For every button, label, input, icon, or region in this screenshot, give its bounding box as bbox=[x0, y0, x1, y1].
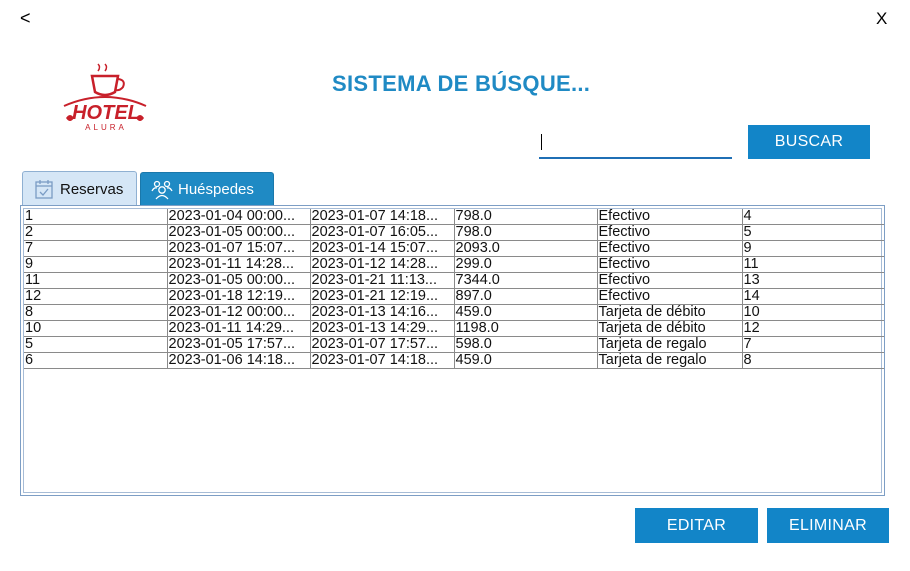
table-cell[interactable]: Tarjeta de regalo bbox=[597, 336, 743, 353]
table-row[interactable]: 10 2023-01-11 14:29... 2023-01-13 14:29...… bbox=[24, 320, 884, 337]
table-row[interactable]: 11 2023-01-05 00:00... 2023-01-21 11:13...… bbox=[24, 272, 884, 289]
table-cell[interactable]: 2023-01-07 14:18... bbox=[310, 209, 455, 225]
table-cell[interactable]: Efectivo bbox=[597, 209, 743, 225]
search-input[interactable] bbox=[539, 128, 732, 159]
back-button[interactable]: < bbox=[20, 8, 31, 28]
table-cell[interactable]: 13 bbox=[742, 272, 884, 289]
table-cell[interactable]: 2023-01-05 17:57... bbox=[167, 336, 311, 353]
hotel-alura-logo: HOTEL ALURA bbox=[60, 62, 152, 134]
table-cell[interactable]: 598.0 bbox=[454, 336, 598, 353]
table-row[interactable]: 9 2023-01-11 14:28... 2023-01-12 14:28... 2… bbox=[24, 256, 884, 273]
table-cell[interactable]: 798.0 bbox=[454, 209, 598, 225]
tab-reservas-label: Reservas bbox=[60, 180, 124, 198]
table-cell[interactable]: 11 bbox=[742, 256, 884, 273]
table-cell[interactable]: 2023-01-13 14:16... bbox=[310, 304, 455, 321]
table-cell[interactable]: Efectivo bbox=[597, 240, 743, 257]
table-cell[interactable]: 7 bbox=[24, 240, 168, 257]
table-cell[interactable]: 4 bbox=[742, 209, 884, 225]
reservas-table: 1 2023-01-04 00:00... 2023-01-07 14:18... 7… bbox=[24, 209, 884, 369]
table-row[interactable]: 12 2023-01-18 12:19... 2023-01-21 12:19...… bbox=[24, 288, 884, 305]
table-cell[interactable]: 2023-01-05 00:00... bbox=[167, 272, 311, 289]
table-cell[interactable]: Efectivo bbox=[597, 288, 743, 305]
table-cell[interactable]: 2023-01-18 12:19... bbox=[167, 288, 311, 305]
table-cell[interactable]: Efectivo bbox=[597, 272, 743, 289]
table-cell[interactable]: 897.0 bbox=[454, 288, 598, 305]
table-cell[interactable]: 10 bbox=[742, 304, 884, 321]
table-cell[interactable]: 10 bbox=[24, 320, 168, 337]
table-cell[interactable]: 299.0 bbox=[454, 256, 598, 273]
svg-text:ALURA: ALURA bbox=[85, 123, 127, 132]
search-button[interactable]: BUSCAR bbox=[748, 125, 870, 159]
table-cell[interactable]: 12 bbox=[742, 320, 884, 337]
table-viewport: 1 2023-01-04 00:00... 2023-01-07 14:18... 7… bbox=[23, 208, 884, 493]
tab-reservas[interactable]: Reservas bbox=[22, 171, 137, 206]
table-cell[interactable]: 2023-01-21 12:19... bbox=[310, 288, 455, 305]
table-cell[interactable]: 2093.0 bbox=[454, 240, 598, 257]
close-button[interactable]: X bbox=[876, 9, 887, 29]
table-cell[interactable]: 459.0 bbox=[454, 352, 598, 369]
page-title: SISTEMA DE BÚSQUE... bbox=[332, 71, 591, 96]
table-cell[interactable]: 2023-01-06 14:18... bbox=[167, 352, 311, 369]
table-cell[interactable]: 2023-01-07 14:18... bbox=[310, 352, 455, 369]
table-row[interactable]: 8 2023-01-12 00:00... 2023-01-13 14:16... 4… bbox=[24, 304, 884, 321]
table-cell[interactable]: 2023-01-04 00:00... bbox=[167, 209, 311, 225]
table-cell[interactable]: 9 bbox=[24, 256, 168, 273]
table-cell[interactable]: 8 bbox=[742, 352, 884, 369]
table-cell[interactable]: 2023-01-07 17:57... bbox=[310, 336, 455, 353]
table-cell[interactable]: 2 bbox=[24, 224, 168, 241]
reservas-table-panel: 1 2023-01-04 00:00... 2023-01-07 14:18... 7… bbox=[20, 205, 885, 496]
table-cell[interactable]: 11 bbox=[24, 272, 168, 289]
tab-huespedes-label: Huéspedes bbox=[178, 180, 254, 198]
table-cell[interactable]: 2023-01-14 15:07... bbox=[310, 240, 455, 257]
table-row[interactable]: 2 2023-01-05 00:00... 2023-01-07 16:05... 7… bbox=[24, 224, 884, 241]
table-cell[interactable]: 12 bbox=[24, 288, 168, 305]
table-cell[interactable]: 9 bbox=[742, 240, 884, 257]
table-cell[interactable]: 7344.0 bbox=[454, 272, 598, 289]
table-row[interactable]: 7 2023-01-07 15:07... 2023-01-14 15:07... 2… bbox=[24, 240, 884, 257]
edit-button[interactable]: EDITAR bbox=[635, 508, 758, 543]
table-cell[interactable]: 5 bbox=[24, 336, 168, 353]
table-cell[interactable]: 2023-01-11 14:29... bbox=[167, 320, 311, 337]
table-cell[interactable]: Efectivo bbox=[597, 256, 743, 273]
calendar-check-icon bbox=[35, 180, 53, 199]
table-cell[interactable]: Tarjeta de débito bbox=[597, 320, 743, 337]
table-cell[interactable]: 6 bbox=[24, 352, 168, 369]
table-cell[interactable]: 2023-01-07 16:05... bbox=[310, 224, 455, 241]
table-row[interactable]: 6 2023-01-06 14:18... 2023-01-07 14:18... 4… bbox=[24, 352, 884, 369]
table-cell[interactable]: Tarjeta de regalo bbox=[597, 352, 743, 369]
table-cell[interactable]: 1198.0 bbox=[454, 320, 598, 337]
table-row[interactable]: 5 2023-01-05 17:57... 2023-01-07 17:57... 5… bbox=[24, 336, 884, 353]
table-cell[interactable]: 1 bbox=[24, 209, 168, 225]
tab-huespedes[interactable]: Huéspedes bbox=[140, 172, 274, 205]
table-cell[interactable]: Efectivo bbox=[597, 224, 743, 241]
table-cell[interactable]: 2023-01-12 00:00... bbox=[167, 304, 311, 321]
text-caret bbox=[541, 134, 542, 150]
table-cell[interactable]: 2023-01-13 14:29... bbox=[310, 320, 455, 337]
table-cell[interactable]: 2023-01-12 14:28... bbox=[310, 256, 455, 273]
table-cell[interactable]: 2023-01-05 00:00... bbox=[167, 224, 311, 241]
delete-button[interactable]: ELIMINAR bbox=[767, 508, 889, 543]
table-cell[interactable]: 798.0 bbox=[454, 224, 598, 241]
svg-text:HOTEL: HOTEL bbox=[72, 102, 140, 124]
table-cell[interactable]: 14 bbox=[742, 288, 884, 305]
table-cell[interactable]: 2023-01-21 11:13... bbox=[310, 272, 455, 289]
table-cell[interactable]: 2023-01-11 14:28... bbox=[167, 256, 311, 273]
table-row[interactable]: 1 2023-01-04 00:00... 2023-01-07 14:18... 7… bbox=[24, 209, 884, 225]
table-cell[interactable]: 459.0 bbox=[454, 304, 598, 321]
table-cell[interactable]: 7 bbox=[742, 336, 884, 353]
table-cell[interactable]: 5 bbox=[742, 224, 884, 241]
table-cell[interactable]: 8 bbox=[24, 304, 168, 321]
table-cell[interactable]: Tarjeta de débito bbox=[597, 304, 743, 321]
users-icon bbox=[151, 180, 173, 200]
table-cell[interactable]: 2023-01-07 15:07... bbox=[167, 240, 311, 257]
